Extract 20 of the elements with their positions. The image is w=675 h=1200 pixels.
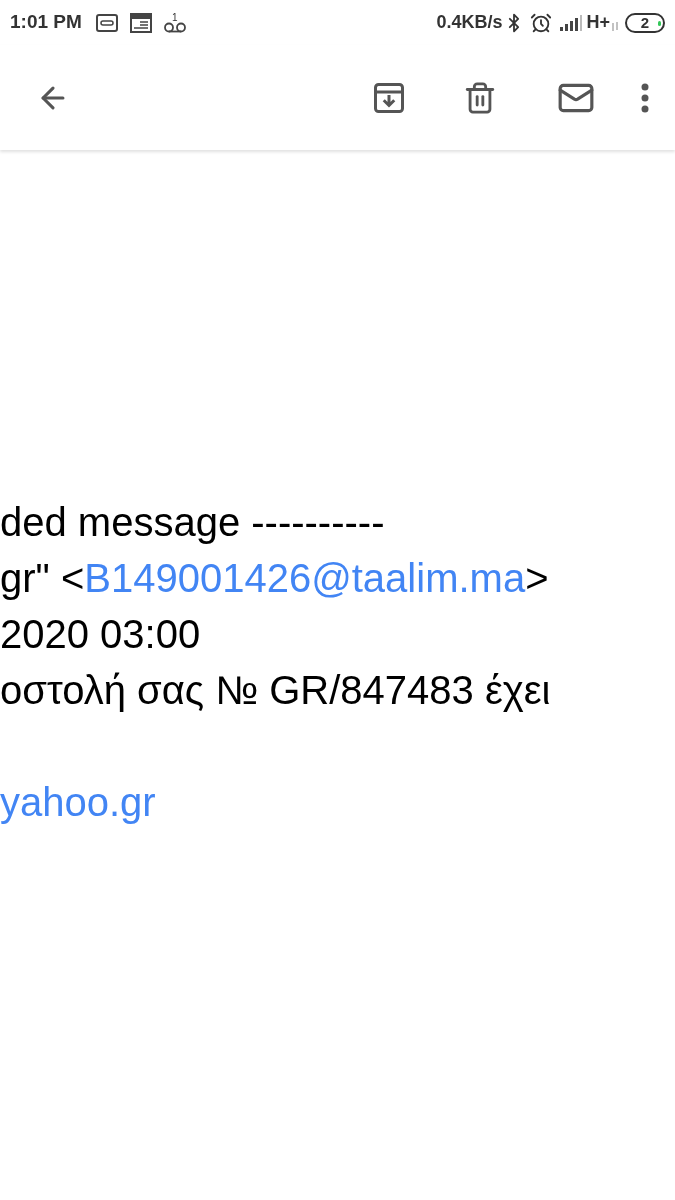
voicemail-icon [163, 21, 186, 33]
bracket-text: > [525, 555, 549, 602]
signal-icon [560, 14, 583, 31]
message-line: ded message ---------- [0, 500, 385, 544]
email-link[interactable]: B149001426@taalim.ma [84, 550, 526, 606]
network-speed: 0.4KB/s [436, 11, 503, 34]
network-type: H+ [586, 11, 610, 34]
data-arrows-icon [611, 22, 619, 31]
message-line: 2020 03:00 [0, 612, 201, 656]
cassette-icon [95, 13, 118, 32]
voicemail-count: 1 [172, 12, 178, 22]
sender-name: gr" < [0, 555, 85, 602]
email-link[interactable]: yahoo.gr [0, 780, 156, 824]
battery-indicator: 2 [625, 12, 665, 33]
message-line: οστολή σας № GR/847483 έχει [0, 668, 551, 712]
more-icon [641, 82, 649, 113]
trash-icon [463, 80, 497, 115]
alarm-icon [530, 11, 553, 34]
newspaper-icon [129, 12, 152, 33]
status-time: 1:01 PM [10, 10, 82, 35]
